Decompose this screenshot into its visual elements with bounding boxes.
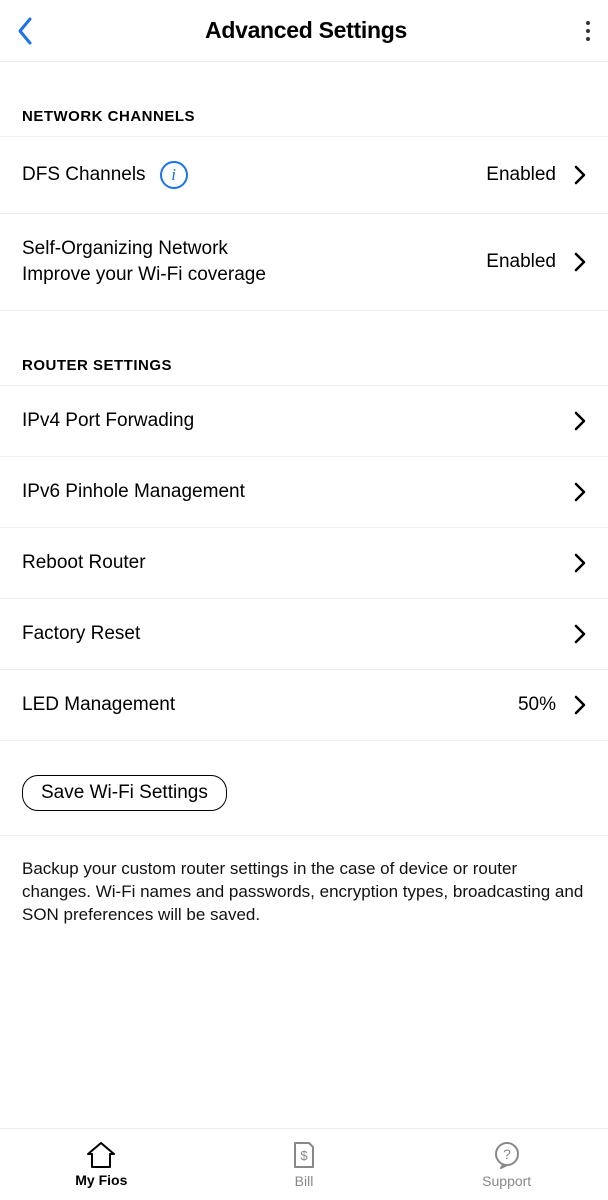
- row-factory-reset[interactable]: Factory Reset: [0, 598, 608, 670]
- row-value: Enabled: [486, 164, 556, 186]
- chevron-right-icon: [574, 252, 586, 272]
- row-ipv6-pinhole-management[interactable]: IPv6 Pinhole Management: [0, 456, 608, 528]
- row-label: DFS Channels: [22, 164, 146, 186]
- backup-description: Backup your custom router settings in th…: [0, 836, 608, 957]
- overflow-menu-button[interactable]: [556, 21, 596, 41]
- row-label: Factory Reset: [22, 623, 140, 645]
- bottom-nav: My Fios $ Bill ? Support: [0, 1128, 608, 1200]
- row-dfs-channels[interactable]: DFS Channels i Enabled: [0, 136, 608, 214]
- header: Advanced Settings: [0, 0, 608, 62]
- save-wifi-settings-button[interactable]: Save Wi-Fi Settings: [22, 775, 227, 811]
- row-self-organizing-network[interactable]: Self-Organizing Network Improve your Wi-…: [0, 213, 608, 311]
- nav-bill[interactable]: $ Bill: [203, 1129, 406, 1200]
- svg-text:$: $: [300, 1148, 308, 1163]
- nav-label: My Fios: [75, 1172, 127, 1188]
- nav-my-fios[interactable]: My Fios: [0, 1129, 203, 1200]
- support-icon: ?: [493, 1141, 521, 1169]
- chevron-right-icon: [574, 411, 586, 431]
- chevron-right-icon: [574, 695, 586, 715]
- chevron-right-icon: [574, 624, 586, 644]
- content: NETWORK CHANNELS DFS Channels i Enabled …: [0, 62, 608, 1128]
- row-label: IPv4 Port Forwading: [22, 410, 194, 432]
- more-vertical-icon: [586, 21, 596, 41]
- page-title: Advanced Settings: [56, 17, 556, 44]
- row-led-management[interactable]: LED Management 50%: [0, 669, 608, 741]
- chevron-right-icon: [574, 165, 586, 185]
- home-icon: [86, 1142, 116, 1168]
- chevron-right-icon: [574, 553, 586, 573]
- nav-support[interactable]: ? Support: [405, 1129, 608, 1200]
- row-ipv4-port-forwarding[interactable]: IPv4 Port Forwading: [0, 385, 608, 457]
- back-button[interactable]: [16, 16, 56, 46]
- chevron-left-icon: [16, 16, 34, 46]
- info-icon[interactable]: i: [160, 161, 188, 189]
- row-label: Self-Organizing Network: [22, 238, 228, 259]
- row-sublabel: Improve your Wi-Fi coverage: [22, 264, 266, 286]
- nav-label: Support: [482, 1173, 531, 1189]
- row-reboot-router[interactable]: Reboot Router: [0, 527, 608, 599]
- row-label: LED Management: [22, 694, 175, 716]
- section-title-network: NETWORK CHANNELS: [0, 62, 608, 137]
- bill-icon: $: [292, 1141, 316, 1169]
- chevron-right-icon: [574, 482, 586, 502]
- row-label: Reboot Router: [22, 552, 146, 574]
- nav-label: Bill: [295, 1173, 314, 1189]
- row-value: 50%: [518, 694, 556, 716]
- row-value: Enabled: [486, 251, 556, 273]
- row-label: IPv6 Pinhole Management: [22, 481, 245, 503]
- section-title-router: ROUTER SETTINGS: [0, 311, 608, 386]
- svg-text:?: ?: [503, 1146, 511, 1162]
